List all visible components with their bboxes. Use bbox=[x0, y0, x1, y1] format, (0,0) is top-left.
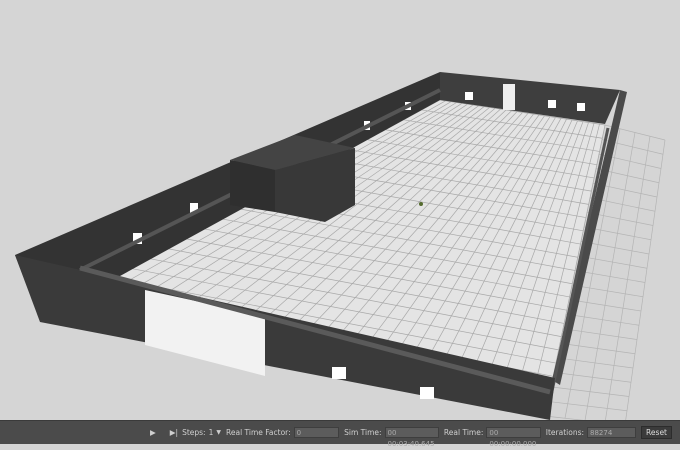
sim-time-label: Sim Time: bbox=[344, 428, 382, 437]
simulation-toolbar: ▶ ▶| Steps: 1 ▼ Real Time Factor: 0 Sim … bbox=[0, 420, 680, 448]
steps-value[interactable]: 1 bbox=[209, 428, 214, 437]
steps-dropdown-icon[interactable]: ▼ bbox=[216, 429, 221, 436]
robot-model[interactable] bbox=[419, 202, 423, 206]
grid-line bbox=[568, 299, 642, 312]
grid-line bbox=[562, 328, 638, 340]
play-icon[interactable]: ▶ bbox=[150, 428, 156, 437]
back-window bbox=[577, 103, 585, 111]
grid-line bbox=[550, 386, 630, 397]
grid-line bbox=[605, 136, 651, 420]
real-time-factor-value: 0 bbox=[293, 427, 340, 438]
real-time-label: Real Time: bbox=[443, 428, 484, 437]
3d-viewport[interactable] bbox=[0, 0, 680, 420]
grid-line bbox=[559, 342, 636, 355]
back-window bbox=[548, 100, 556, 108]
front-window bbox=[332, 367, 346, 379]
real-time-value: 00 00:00:00.000 bbox=[486, 427, 541, 448]
grid-line bbox=[547, 401, 628, 412]
grid-line bbox=[571, 284, 644, 298]
back-door bbox=[503, 84, 515, 110]
grid-line bbox=[556, 357, 634, 369]
real-time-factor-label: Real Time Factor: bbox=[226, 428, 291, 437]
iterations-value: 88274 bbox=[587, 427, 637, 438]
steps-label: Steps: bbox=[182, 428, 206, 437]
iterations-label: Iterations: bbox=[545, 428, 585, 437]
sim-time-value: 00 00:03:40.645 bbox=[384, 427, 439, 448]
step-forward-icon[interactable]: ▶| bbox=[170, 428, 178, 437]
grid-line bbox=[553, 372, 632, 383]
back-window bbox=[465, 92, 473, 100]
reset-button[interactable]: Reset bbox=[641, 426, 672, 439]
front-window bbox=[420, 387, 434, 399]
grid-line bbox=[565, 313, 640, 326]
